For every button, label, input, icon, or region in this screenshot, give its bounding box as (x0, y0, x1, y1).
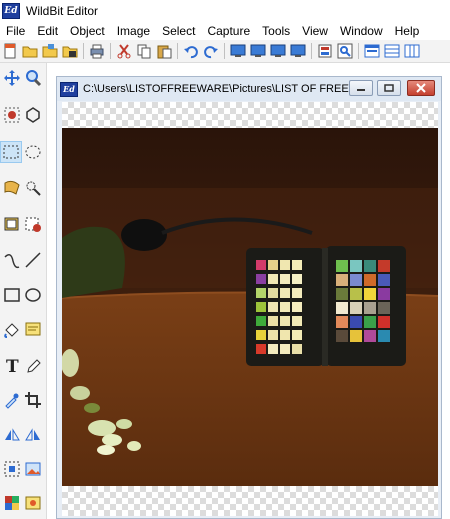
document-title: C:\Users\LISTOFFREEWARE\Pictures\LIST OF… (83, 83, 353, 95)
paste-icon[interactable] (155, 42, 173, 60)
close-icon (416, 83, 426, 93)
menu-window[interactable]: Window (334, 22, 389, 40)
main-toolbar (0, 40, 450, 63)
menu-bar: File Edit Object Image Select Capture To… (0, 22, 450, 40)
menu-object[interactable]: Object (64, 22, 111, 40)
magic-wand-icon[interactable] (2, 178, 22, 198)
document-icon: Ed (60, 81, 78, 97)
close-button[interactable] (407, 80, 435, 96)
menu-file[interactable]: File (0, 22, 31, 40)
menu-image[interactable]: Image (111, 22, 156, 40)
toolbar-divider (224, 43, 225, 59)
tool-palette: T (0, 63, 47, 519)
mirror-icon[interactable] (23, 425, 43, 445)
open-folder-icon[interactable] (41, 42, 59, 60)
restore-icon (384, 84, 394, 92)
fill-icon[interactable] (2, 319, 22, 339)
crop-box-icon[interactable] (2, 214, 22, 234)
maximize-button[interactable] (377, 80, 401, 96)
toolbar-divider (177, 43, 178, 59)
remove-box-icon[interactable] (23, 214, 43, 234)
note-icon[interactable] (23, 319, 43, 339)
minimize-button[interactable] (349, 80, 373, 96)
toolbar-divider (83, 43, 84, 59)
rect-select-icon[interactable] (0, 141, 22, 163)
menu-tools[interactable]: Tools (256, 22, 296, 40)
save-icon[interactable] (61, 42, 79, 60)
photo (62, 128, 438, 486)
curve-icon[interactable] (2, 250, 22, 270)
menu-view[interactable]: View (296, 22, 334, 40)
flip-icon[interactable] (2, 425, 22, 445)
zoom-fit-icon[interactable] (336, 42, 354, 60)
toolbar-divider (358, 43, 359, 59)
image-icon[interactable] (23, 459, 43, 479)
monitor-icon[interactable] (249, 42, 267, 60)
monitor-icon[interactable] (289, 42, 307, 60)
menu-capture[interactable]: Capture (201, 22, 256, 40)
move-icon[interactable] (2, 68, 22, 88)
layout-horizontal-icon[interactable] (383, 42, 401, 60)
monitor-icon[interactable] (269, 42, 287, 60)
color-select-icon[interactable] (23, 178, 43, 198)
menu-select[interactable]: Select (156, 22, 201, 40)
toolbar-divider (110, 43, 111, 59)
cut-icon[interactable] (115, 42, 133, 60)
text-icon[interactable]: T (2, 355, 22, 375)
print-icon[interactable] (88, 42, 106, 60)
ellipse-select-icon[interactable] (23, 142, 43, 162)
zoom-icon[interactable] (23, 68, 43, 88)
eyedropper-icon[interactable] (2, 390, 22, 410)
document-window: Ed C:\Users\LISTOFFREEWARE\Pictures\LIST… (56, 76, 442, 519)
app-logo-icon: Ed (2, 3, 20, 19)
toolbar-divider (311, 43, 312, 59)
polygon-icon[interactable] (23, 105, 43, 125)
effects-icon[interactable] (23, 493, 43, 513)
ellipse-icon[interactable] (23, 285, 43, 305)
layout-vertical-icon[interactable] (403, 42, 421, 60)
document-titlebar[interactable]: Ed C:\Users\LISTOFFREEWARE\Pictures\LIST… (57, 77, 441, 101)
menu-help[interactable]: Help (389, 22, 426, 40)
minimize-icon (357, 89, 365, 91)
pencil-icon[interactable] (23, 355, 43, 375)
image-canvas[interactable] (62, 102, 438, 516)
tile-icon[interactable] (363, 42, 381, 60)
app-title: WildBit Editor (26, 4, 99, 18)
rectangle-icon[interactable] (2, 285, 22, 305)
image-properties-icon[interactable] (316, 42, 334, 60)
menu-edit[interactable]: Edit (31, 22, 64, 40)
line-icon[interactable] (23, 250, 43, 270)
undo-icon[interactable] (182, 42, 200, 60)
open-icon[interactable] (21, 42, 39, 60)
select-all-icon[interactable] (2, 459, 22, 479)
redo-icon[interactable] (202, 42, 220, 60)
monitor-icon[interactable] (229, 42, 247, 60)
palette-icon[interactable] (2, 493, 22, 513)
lasso-erase-icon[interactable] (2, 105, 22, 125)
crop-icon[interactable] (23, 390, 43, 410)
app-titlebar: Ed WildBit Editor (0, 0, 450, 22)
svg-text:T: T (6, 357, 19, 374)
copy-icon[interactable] (135, 42, 153, 60)
new-icon[interactable] (1, 42, 19, 60)
